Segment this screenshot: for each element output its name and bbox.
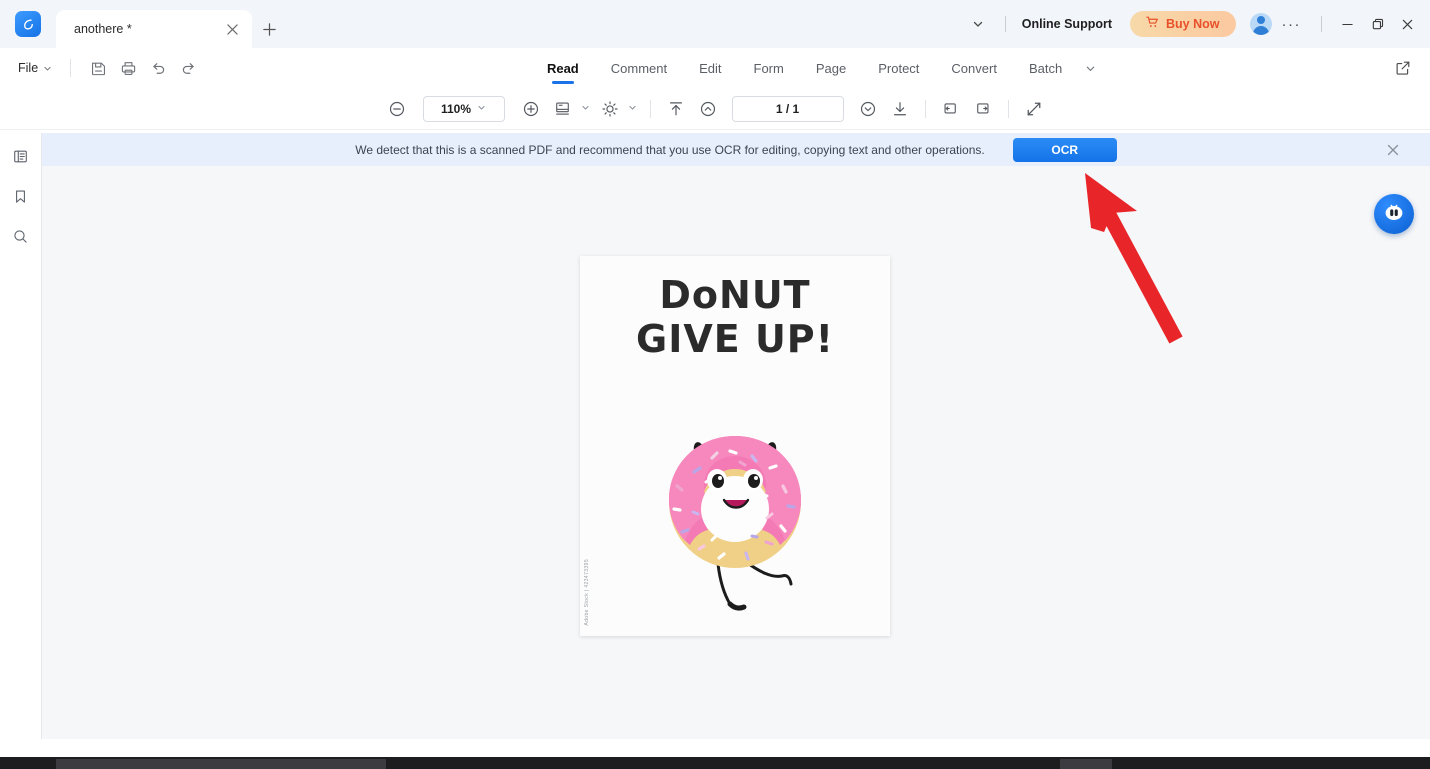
share-external-link-icon[interactable]: [1388, 53, 1418, 83]
divider: [70, 59, 72, 77]
redo-icon[interactable]: [173, 53, 203, 83]
sidebar-item-thumbnails[interactable]: [7, 145, 35, 173]
new-tab-plus-icon[interactable]: [252, 10, 286, 48]
tab-page[interactable]: Page: [800, 48, 862, 88]
brightness-icon[interactable]: [594, 93, 626, 125]
zoom-out-icon[interactable]: [381, 93, 413, 125]
page-indicator-value: 1 / 1: [775, 101, 800, 116]
file-menu-label: File: [18, 61, 39, 75]
tab-label: Read: [546, 60, 579, 76]
window-minimize-icon[interactable]: [1332, 9, 1362, 39]
document-tab[interactable]: anothere *: [56, 10, 252, 48]
thumbnails-icon: [12, 148, 29, 170]
tab-edit[interactable]: Edit: [683, 48, 737, 88]
print-icon[interactable]: [113, 53, 143, 83]
buy-now-button[interactable]: Buy Now: [1130, 11, 1236, 37]
pdf-editor-window: anothere * Online Support Buy Now ··· Fi…: [0, 0, 1430, 769]
ai-assistant-button[interactable]: [1374, 194, 1414, 234]
download-icon[interactable]: [884, 93, 916, 125]
ai-assistant-icon: [1382, 200, 1406, 229]
search-icon: [12, 228, 29, 250]
fullscreen-icon[interactable]: [1018, 93, 1050, 125]
tab-label: Convert: [951, 60, 997, 76]
tab-form[interactable]: Form: [738, 48, 800, 88]
single-page-view-icon[interactable]: [935, 93, 967, 125]
title-bar: anothere * Online Support Buy Now ···: [0, 0, 1430, 48]
tab-protect[interactable]: Protect: [862, 48, 935, 88]
banner-close-icon[interactable]: [1382, 139, 1404, 161]
buy-now-label: Buy Now: [1166, 17, 1220, 31]
document-heading-line1: DoNUT: [659, 273, 811, 317]
zoom-in-icon[interactable]: [515, 93, 547, 125]
app-logo: [0, 0, 56, 48]
more-options-icon[interactable]: ···: [1272, 16, 1312, 33]
divider: [1321, 16, 1322, 32]
file-menu-button[interactable]: File: [12, 61, 58, 75]
ocr-button-label: OCR: [1051, 142, 1079, 157]
tab-label: Protect: [878, 60, 920, 76]
undo-icon[interactable]: [143, 53, 173, 83]
tab-close-icon[interactable]: [222, 19, 242, 39]
next-page-icon[interactable]: [852, 93, 884, 125]
previous-page-icon[interactable]: [692, 93, 724, 125]
ocr-button[interactable]: OCR: [1012, 137, 1117, 162]
taskbar-segment: [1060, 759, 1112, 769]
save-icon[interactable]: [83, 53, 113, 83]
user-avatar-icon[interactable]: [1249, 13, 1272, 35]
menu-bar: File Read Comment Edit Form Page Protect…: [0, 48, 1430, 88]
tab-title: anothere *: [74, 22, 132, 36]
taskbar-strip: [0, 757, 1430, 769]
title-bar-right: Online Support Buy Now ···: [961, 0, 1430, 48]
view-toolbar: 110% 1 / 1: [0, 88, 1430, 130]
zoom-level-selector[interactable]: 110%: [422, 95, 505, 122]
tab-label: Comment: [610, 60, 668, 76]
bookmark-icon: [12, 188, 29, 210]
document-heading: DoNUT GIVE UP!: [580, 276, 890, 358]
tab-label: Edit: [699, 60, 722, 76]
ocr-notification-banner: We detect that this is a scanned PDF and…: [42, 133, 1430, 166]
app-logo-icon: [15, 11, 41, 37]
ribbon-tabs: Read Comment Edit Form Page Protect Conv…: [531, 48, 1102, 88]
tab-convert[interactable]: Convert: [935, 48, 1013, 88]
cart-icon: [1146, 16, 1159, 32]
window-maximize-icon[interactable]: [1362, 9, 1392, 39]
sidebar-item-search[interactable]: [7, 225, 35, 253]
facing-page-view-icon[interactable]: [967, 93, 999, 125]
scroll-to-top-icon[interactable]: [660, 93, 692, 125]
online-support-link[interactable]: Online Support: [1016, 17, 1118, 31]
tab-label: Batch: [1028, 60, 1063, 76]
sidebar-item-bookmarks[interactable]: [7, 185, 35, 213]
divider: [649, 99, 651, 118]
chevron-down-icon: [44, 66, 51, 71]
tab-read[interactable]: Read: [531, 48, 595, 88]
document-heading-line2: GIVE UP!: [636, 317, 834, 361]
taskbar-segment: [56, 759, 386, 769]
page-layout-chevron-down-icon[interactable]: [581, 103, 590, 114]
divider: [1007, 99, 1009, 118]
divider: [1004, 16, 1006, 32]
window-close-icon[interactable]: [1392, 9, 1422, 39]
page-layout-icon[interactable]: [547, 93, 579, 125]
banner-message: We detect that this is a scanned PDF and…: [355, 142, 985, 157]
document-viewer[interactable]: DoNUT GIVE UP! Adobe Stock | 423473395: [42, 166, 1430, 739]
tab-batch[interactable]: Batch: [1013, 48, 1078, 88]
stock-credit-watermark: Adobe Stock | 423473395: [584, 559, 590, 626]
brightness-chevron-down-icon[interactable]: [628, 103, 637, 114]
tab-label: Form: [753, 60, 784, 76]
divider: [924, 99, 926, 118]
ribbon-overflow-chevron-down-icon[interactable]: [1078, 48, 1102, 88]
tab-comment[interactable]: Comment: [595, 48, 683, 88]
tab-list-chevron-down-icon[interactable]: [961, 0, 995, 48]
page-number-input[interactable]: 1 / 1: [731, 95, 844, 122]
tab-label: Page: [815, 60, 847, 76]
pdf-page[interactable]: DoNUT GIVE UP! Adobe Stock | 423473395: [580, 256, 890, 636]
donut-character-illustration: [580, 406, 890, 621]
left-sidebar: [0, 133, 42, 739]
zoom-level-value: 110%: [440, 101, 472, 116]
chevron-down-icon: [477, 103, 486, 114]
